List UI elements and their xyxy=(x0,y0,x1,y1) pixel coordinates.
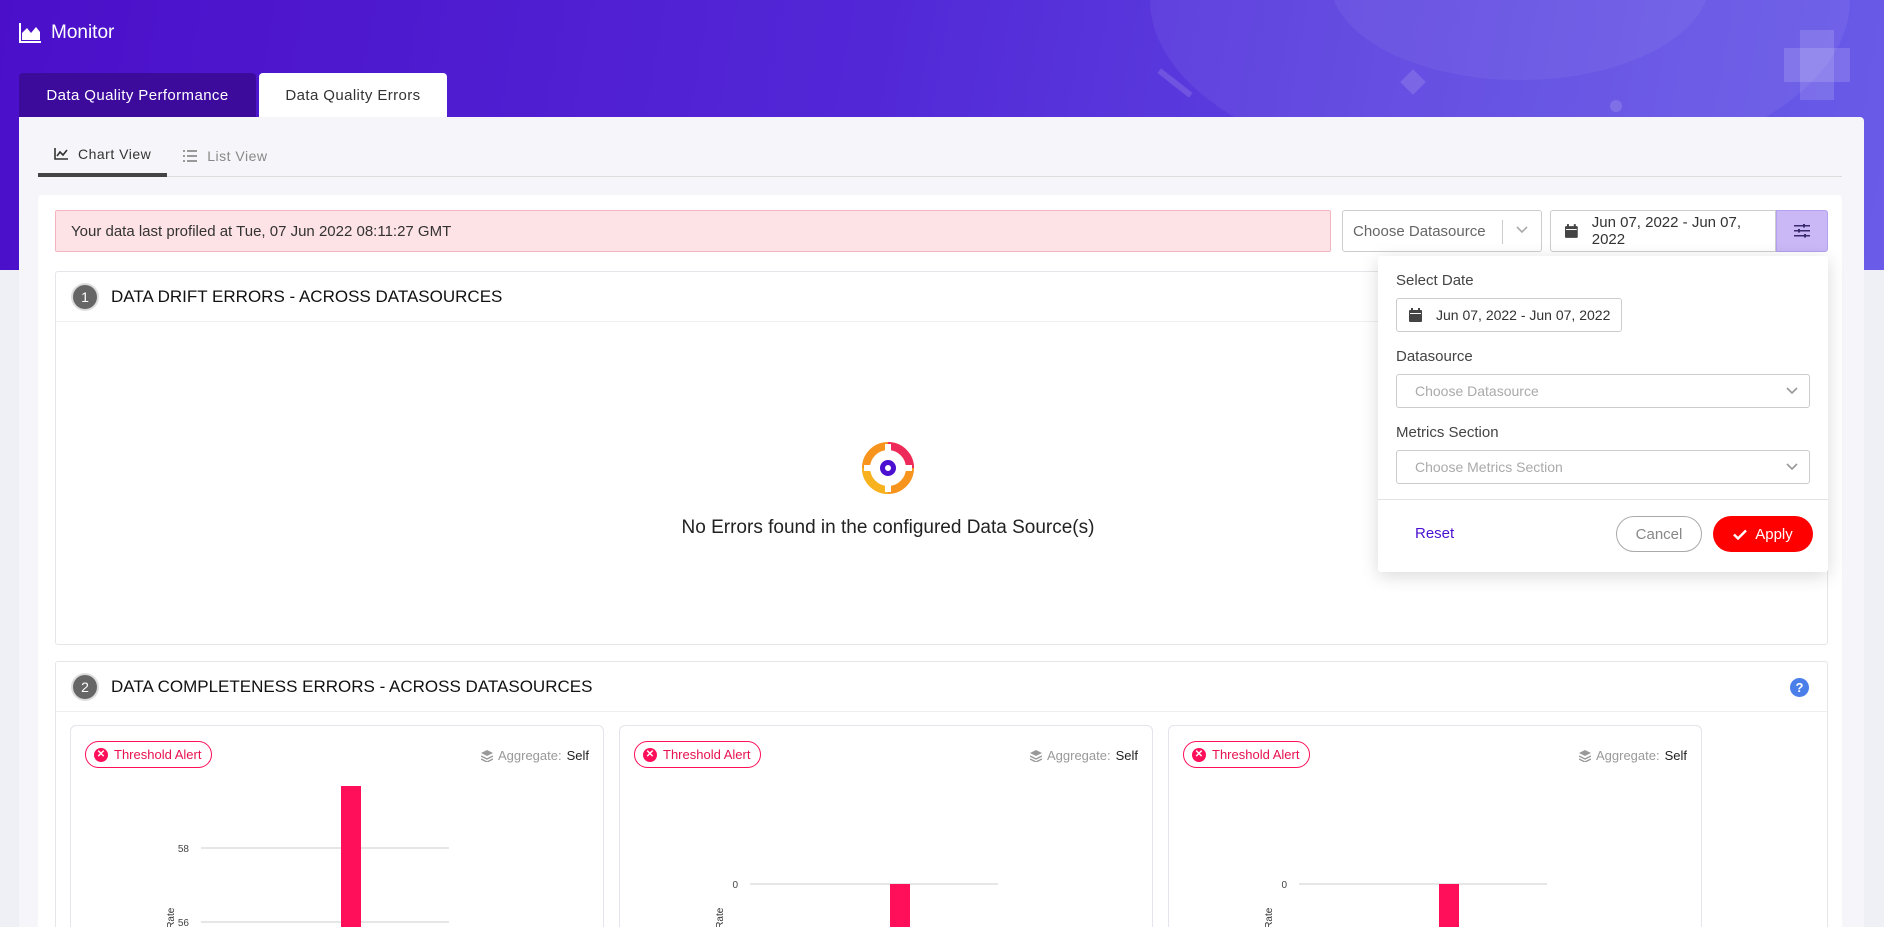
select-divider xyxy=(1502,220,1503,244)
tab-data-quality-errors[interactable]: Data Quality Errors xyxy=(259,73,447,117)
area-chart-icon xyxy=(19,23,41,43)
threshold-alert-badge: ✕ Threshold Alert xyxy=(85,741,213,768)
y-tick-label: 56 xyxy=(178,918,190,927)
section-number: 2 xyxy=(73,674,97,699)
apply-button[interactable]: Apply xyxy=(1713,516,1813,552)
y-axis-label: Fill Rate xyxy=(715,907,726,927)
aggregate-label: Aggregate: xyxy=(1595,748,1660,763)
close-circle-icon: ✕ xyxy=(94,747,108,762)
bar xyxy=(1439,884,1459,927)
lifebuoy-icon xyxy=(862,442,914,494)
threshold-alert-badge: ✕ Threshold Alert xyxy=(1183,741,1311,768)
section-title: DATA COMPLETENESS ERRORS - ACROSS DATASO… xyxy=(111,676,593,696)
threshold-alert-badge: ✕ Threshold Alert xyxy=(634,741,762,768)
tab-data-quality-performance[interactable]: Data Quality Performance xyxy=(19,73,256,117)
popover-divider xyxy=(1378,499,1828,500)
cancel-button[interactable]: Cancel xyxy=(1616,516,1702,552)
tab-chart-view[interactable]: Chart View xyxy=(38,135,168,177)
aggregate-value: Self xyxy=(1664,748,1687,763)
y-axis-label: Fill Rate xyxy=(1264,907,1275,927)
popover-metrics-select[interactable]: Choose Metrics Section xyxy=(1396,450,1810,484)
aggregate-value: Self xyxy=(1115,748,1138,763)
y-axis-label: Fill Rate xyxy=(166,907,177,927)
aggregate-value: Self xyxy=(566,748,589,763)
section-header: 2 DATA COMPLETENESS ERRORS - ACROSS DATA… xyxy=(56,662,1827,712)
aggregate-label: Aggregate: xyxy=(497,748,562,763)
calendar-icon xyxy=(1409,308,1422,322)
decorative-cross xyxy=(1784,48,1850,82)
popover-date-value: Jun 07, 2022 - Jun 07, 2022 xyxy=(1436,307,1611,323)
badge-label: Threshold Alert xyxy=(1212,747,1300,762)
check-icon xyxy=(1733,529,1748,540)
completeness-chart-card: ✕ Threshold Alert Aggregate: Self 0 Fill… xyxy=(619,725,1153,927)
datasource-label: Datasource xyxy=(1396,348,1473,365)
select-date-label: Select Date xyxy=(1396,272,1474,289)
layers-icon xyxy=(480,749,493,762)
chevron-down-icon xyxy=(1786,387,1798,395)
help-icon[interactable]: ? xyxy=(1790,678,1809,697)
aggregate-info: Aggregate: Self xyxy=(480,748,589,763)
bar xyxy=(890,884,910,927)
section-number: 1 xyxy=(73,284,97,309)
chevron-down-icon xyxy=(1786,463,1798,471)
alert-text: Your data last profiled at Tue, 07 Jun 2… xyxy=(71,222,452,240)
datasource-placeholder: Choose Datasource xyxy=(1415,383,1539,399)
bar xyxy=(341,786,361,927)
app-header: Monitor xyxy=(19,22,114,44)
completeness-chart-card: ✕ Threshold Alert Aggregate: Self 0 Fill… xyxy=(1168,725,1702,927)
calendar-icon xyxy=(1565,224,1578,238)
sliders-icon xyxy=(1794,224,1810,238)
close-circle-icon: ✕ xyxy=(643,747,657,762)
popover-datasource-select[interactable]: Choose Datasource xyxy=(1396,374,1810,408)
tab-list-view[interactable]: List View xyxy=(167,135,283,177)
tab-label: List View xyxy=(207,148,268,164)
data-completeness-section: 2 DATA COMPLETENESS ERRORS - ACROSS DATA… xyxy=(55,661,1828,927)
datasource-select[interactable]: Choose Datasource xyxy=(1342,210,1542,252)
y-tick-label: 0 xyxy=(732,880,738,891)
filter-popover: Select Date Jun 07, 2022 - Jun 07, 2022 … xyxy=(1378,256,1828,572)
layers-icon xyxy=(1578,749,1591,762)
date-range-value: Jun 07, 2022 - Jun 07, 2022 xyxy=(1591,214,1742,248)
fill-rate-chart: 58 56 Fill Rate xyxy=(166,786,449,927)
aggregate-info: Aggregate: Self xyxy=(1029,748,1138,763)
main-tabs: Data Quality Performance Data Quality Er… xyxy=(19,73,447,117)
close-circle-icon: ✕ xyxy=(1192,747,1206,762)
profile-alert: Your data last profiled at Tue, 07 Jun 2… xyxy=(55,210,1331,252)
layers-icon xyxy=(1029,749,1042,762)
tab-label: Chart View xyxy=(78,146,152,162)
badge-label: Threshold Alert xyxy=(663,747,751,762)
section-title: DATA DRIFT ERRORS - ACROSS DATASOURCES xyxy=(111,286,503,306)
apply-label: Apply xyxy=(1755,525,1793,543)
app-title: Monitor xyxy=(51,22,115,43)
reset-button[interactable]: Reset xyxy=(1415,525,1454,542)
date-range-picker[interactable]: Jun 07, 2022 - Jun 07, 2022 xyxy=(1550,210,1776,252)
chevron-down-icon xyxy=(1516,226,1528,234)
y-tick-label: 58 xyxy=(178,844,190,855)
aggregate-label: Aggregate: xyxy=(1046,748,1111,763)
fill-rate-chart: 0 Fill Rate xyxy=(715,880,998,927)
datasource-placeholder: Choose Datasource xyxy=(1353,222,1486,240)
completeness-chart-card: ✕ Threshold Alert Aggregate: Self 58 56 … xyxy=(70,725,604,927)
decorative-dot xyxy=(1610,100,1622,112)
line-chart-icon xyxy=(54,148,68,160)
badge-label: Threshold Alert xyxy=(114,747,202,762)
aggregate-info: Aggregate: Self xyxy=(1578,748,1687,763)
metrics-placeholder: Choose Metrics Section xyxy=(1415,459,1563,475)
filter-toggle-button[interactable] xyxy=(1776,210,1828,252)
y-tick-label: 0 xyxy=(1281,880,1287,891)
metrics-section-label: Metrics Section xyxy=(1396,424,1499,441)
view-tabs: Chart View List View xyxy=(38,135,1842,177)
popover-date-picker[interactable]: Jun 07, 2022 - Jun 07, 2022 xyxy=(1396,298,1622,332)
fill-rate-chart: 0 Fill Rate xyxy=(1264,880,1547,927)
list-icon xyxy=(183,150,198,162)
